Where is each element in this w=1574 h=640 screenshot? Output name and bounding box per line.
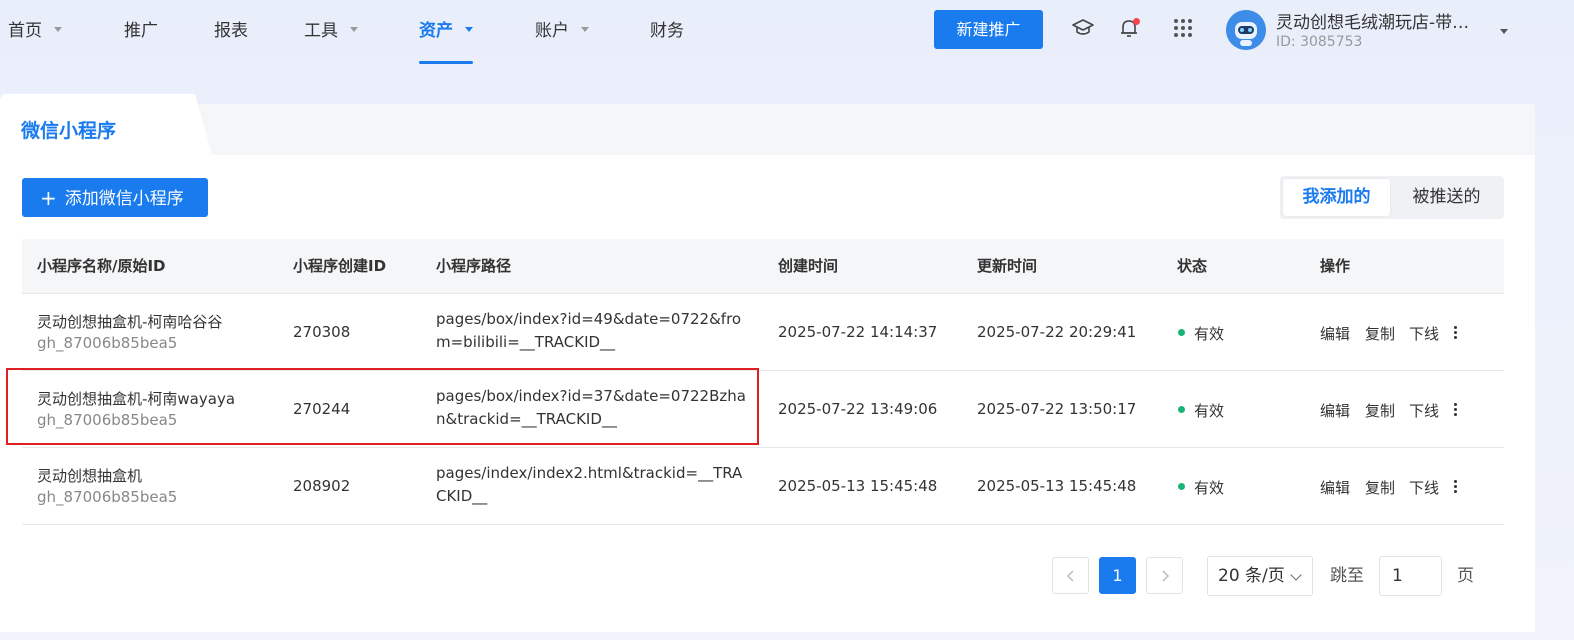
apps-grid-icon[interactable] xyxy=(1171,16,1195,40)
page-size-value: 20 条/页 xyxy=(1218,566,1285,586)
original-id: gh_87006b85bea5 xyxy=(37,488,178,506)
column-status: 状态 xyxy=(1177,257,1208,275)
edit-button[interactable]: 编辑 xyxy=(1320,400,1350,421)
column-updated: 更新时间 xyxy=(977,257,1038,275)
table-row: 灵动创想抽盒机-柯南wayaya gh_87006b85bea5 270244 … xyxy=(22,371,1504,448)
more-vertical-icon[interactable] xyxy=(1454,403,1458,418)
table-header: 小程序名称/原始ID 小程序创建ID 小程序路径 创建时间 更新时间 状态 操作 xyxy=(22,239,1504,294)
page-size-select[interactable]: 20 条/页 xyxy=(1207,556,1313,596)
panel-tabbar xyxy=(0,104,1535,155)
page-number-button[interactable]: 1 xyxy=(1099,557,1136,594)
miniprogram-name: 灵动创想抽盒机-柯南哈谷谷 xyxy=(37,313,223,331)
updated-time: 2025-07-22 20:29:41 xyxy=(977,323,1137,341)
bell-icon[interactable] xyxy=(1117,16,1141,40)
table-row: 灵动创想抽盒机-柯南哈谷谷 gh_87006b85bea5 270308 pag… xyxy=(22,294,1504,371)
new-promotion-button[interactable]: 新建推广 xyxy=(934,10,1043,49)
updated-time: 2025-07-22 13:50:17 xyxy=(977,400,1137,418)
nav-reports[interactable]: 报表 xyxy=(214,0,248,64)
segment-mine[interactable]: 我添加的 xyxy=(1283,179,1390,216)
status-dot-icon xyxy=(1178,483,1185,490)
chevron-down-icon[interactable] xyxy=(1500,29,1508,34)
copy-button[interactable]: 复制 xyxy=(1365,477,1395,498)
edit-button[interactable]: 编辑 xyxy=(1320,477,1350,498)
miniprogram-path: pages/index/index2.html&trackid=__TRACKI… xyxy=(436,464,743,505)
nav-home[interactable]: 首页 xyxy=(8,0,62,64)
miniprogram-name: 灵动创想抽盒机 xyxy=(37,467,143,485)
chevron-down-icon xyxy=(465,26,473,32)
nav-account-label: 账户 xyxy=(535,21,569,41)
created-time: 2025-07-22 13:49:06 xyxy=(778,400,938,418)
column-path: 小程序路径 xyxy=(436,257,512,275)
chevron-left-icon xyxy=(1066,570,1074,582)
status-dot-icon xyxy=(1178,329,1185,336)
status-dot-icon xyxy=(1178,406,1185,413)
more-vertical-icon[interactable] xyxy=(1454,480,1458,495)
miniprogram-path: pages/box/index?id=37&date=0722Bzhan&tra… xyxy=(436,387,746,428)
chevron-down-icon xyxy=(581,26,589,32)
edit-button[interactable]: 编辑 xyxy=(1320,323,1350,344)
account-id: ID: 3085753 xyxy=(1276,34,1363,50)
plus-icon: + xyxy=(40,186,57,210)
chevron-down-icon xyxy=(1290,569,1302,581)
nav-finance[interactable]: 财务 xyxy=(650,0,684,64)
table-row: 灵动创想抽盒机 gh_87006b85bea5 208902 pages/ind… xyxy=(22,448,1504,525)
nav-home-label: 首页 xyxy=(8,21,42,41)
chevron-down-icon xyxy=(350,26,358,32)
account-name[interactable]: 灵动创想毛绒潮玩店-带… xyxy=(1276,8,1486,33)
status-badge: 有效 xyxy=(1194,325,1225,343)
status-badge: 有效 xyxy=(1194,479,1225,497)
nav-reports-label: 报表 xyxy=(214,21,248,41)
chevron-right-icon xyxy=(1161,570,1169,582)
jump-page-input[interactable] xyxy=(1379,556,1442,596)
offline-button[interactable]: 下线 xyxy=(1409,400,1439,421)
prev-page-button[interactable] xyxy=(1052,557,1089,594)
created-time: 2025-07-22 14:14:37 xyxy=(778,323,938,341)
offline-button[interactable]: 下线 xyxy=(1409,477,1439,498)
nav-tools[interactable]: 工具 xyxy=(304,0,358,64)
column-created: 创建时间 xyxy=(778,257,839,275)
nav-assets[interactable]: 资产 xyxy=(419,0,473,64)
nav-assets-label: 资产 xyxy=(419,21,453,41)
graduation-cap-icon[interactable] xyxy=(1071,16,1095,40)
add-miniprogram-label: 添加微信小程序 xyxy=(64,189,184,209)
original-id: gh_87006b85bea5 xyxy=(37,334,178,352)
ownership-segment: 我添加的 被推送的 xyxy=(1280,176,1504,219)
more-vertical-icon[interactable] xyxy=(1454,326,1458,341)
top-navigation: 首页 推广 报表 工具 资产 账户 财务 新建推广 灵动创想毛绒潮玩店-带… I… xyxy=(0,0,1574,64)
nav-promotion-label: 推广 xyxy=(124,21,158,41)
add-miniprogram-button[interactable]: + 添加微信小程序 xyxy=(22,178,208,217)
copy-button[interactable]: 复制 xyxy=(1365,323,1395,344)
created-time: 2025-05-13 15:45:48 xyxy=(778,477,938,495)
column-create-id: 小程序创建ID xyxy=(293,257,387,275)
jump-label: 跳至 xyxy=(1330,566,1364,586)
create-id: 208902 xyxy=(293,477,351,495)
nav-promotion[interactable]: 推广 xyxy=(124,0,158,64)
miniprogram-path: pages/box/index?id=49&date=0722&from=bil… xyxy=(436,310,742,351)
notification-dot xyxy=(1133,18,1140,25)
create-id: 270308 xyxy=(293,323,351,341)
miniprogram-name: 灵动创想抽盒机-柯南wayaya xyxy=(37,390,236,408)
status-badge: 有效 xyxy=(1194,402,1225,420)
page-suffix-label: 页 xyxy=(1457,566,1474,586)
nav-finance-label: 财务 xyxy=(650,21,684,41)
nav-tools-label: 工具 xyxy=(304,21,338,41)
create-id: 270244 xyxy=(293,400,351,418)
offline-button[interactable]: 下线 xyxy=(1409,323,1439,344)
nav-account[interactable]: 账户 xyxy=(535,0,589,64)
avatar[interactable] xyxy=(1226,10,1266,50)
chevron-down-icon xyxy=(54,26,62,32)
original-id: gh_87006b85bea5 xyxy=(37,411,178,429)
tab-wechat-miniprogram-label: 微信小程序 xyxy=(21,120,117,142)
copy-button[interactable]: 复制 xyxy=(1365,400,1395,421)
segment-pushed[interactable]: 被推送的 xyxy=(1392,179,1501,216)
updated-time: 2025-05-13 15:45:48 xyxy=(977,477,1137,495)
column-name: 小程序名称/原始ID xyxy=(37,257,166,275)
column-actions: 操作 xyxy=(1320,257,1351,275)
next-page-button[interactable] xyxy=(1146,557,1183,594)
